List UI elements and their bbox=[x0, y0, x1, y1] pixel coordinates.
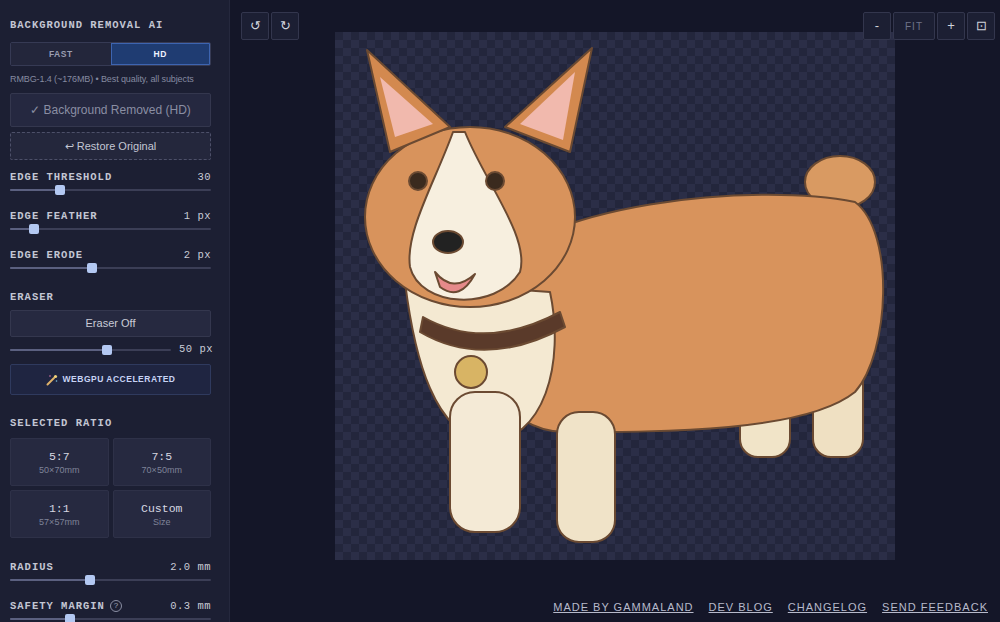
ratio-option[interactable]: CustomSize bbox=[113, 490, 212, 538]
ratio-option[interactable]: 5:750×70mm bbox=[10, 438, 109, 486]
slider-track bbox=[10, 618, 211, 620]
slider-control: SAFETY MARGIN? 0.3 mm bbox=[10, 599, 211, 622]
eraser-size-slider[interactable] bbox=[10, 344, 171, 356]
zoom-button[interactable]: ⊡ bbox=[967, 12, 995, 40]
app-window: BACKGROUND REMOVAL AI FASTHD RMBG-1.4 (~17… bbox=[0, 0, 1000, 622]
slider-control: EDGE ERODE 2 px bbox=[10, 248, 211, 287]
slider-fill bbox=[10, 579, 90, 581]
slider-track bbox=[10, 579, 211, 581]
footer-link[interactable]: MADE BY GAMMALAND bbox=[553, 599, 693, 616]
slider-label-text: RADIUS bbox=[10, 560, 54, 574]
slider-label: EDGE THRESHOLD bbox=[10, 170, 112, 184]
slider-thumb[interactable] bbox=[85, 575, 95, 585]
slider-header: EDGE FEATHER 1 px bbox=[10, 209, 211, 223]
slider-header: SAFETY MARGIN? 0.3 mm bbox=[10, 599, 211, 613]
remove-background-button[interactable]: ✓ Background Removed (HD) bbox=[10, 93, 211, 127]
slider[interactable] bbox=[10, 184, 211, 196]
slider-control: RADIUS 2.0 mm bbox=[10, 560, 211, 599]
slider-track bbox=[10, 349, 171, 351]
zoom-button[interactable]: FIT bbox=[893, 12, 935, 40]
help-icon[interactable]: ? bbox=[110, 600, 122, 612]
slider-label: EDGE ERODE bbox=[10, 248, 83, 262]
slider-header: EDGE THRESHOLD 30 bbox=[10, 170, 211, 184]
editor-area: ↺↻ -FIT+⊡ bbox=[230, 0, 1000, 622]
image-canvas[interactable] bbox=[335, 32, 895, 560]
quality-toggle: FASTHD bbox=[10, 42, 211, 66]
slider-label-text: EDGE FEATHER bbox=[10, 209, 98, 223]
ratio-label: SELECTED RATIO bbox=[10, 416, 112, 430]
ratio-options: 5:750×70mm7:570×50mm1:157×57mmCustomSize bbox=[10, 438, 211, 538]
slider-label-text: EDGE THRESHOLD bbox=[10, 170, 112, 184]
redo-button[interactable]: ↻ bbox=[271, 12, 299, 40]
slider-track bbox=[10, 267, 211, 269]
slider-value: 2 px bbox=[184, 248, 211, 262]
footer-link[interactable]: CHANGELOG bbox=[788, 599, 867, 616]
slider-thumb[interactable] bbox=[65, 614, 75, 622]
slider-fill bbox=[10, 189, 60, 191]
slider-control: EDGE FEATHER 1 px bbox=[10, 209, 211, 248]
ratio-title: 1:1 bbox=[49, 501, 70, 516]
slider-label-text: SAFETY MARGIN bbox=[10, 599, 105, 613]
undo-button[interactable]: ↺ bbox=[241, 12, 269, 40]
ratio-title: Custom bbox=[141, 501, 182, 516]
eraser-toggle-button[interactable]: Eraser Off bbox=[10, 310, 211, 337]
zoom-button[interactable]: + bbox=[937, 12, 965, 40]
ratio-size: 57×57mm bbox=[39, 516, 79, 528]
slider-fill bbox=[10, 349, 107, 351]
slider-thumb[interactable] bbox=[102, 345, 112, 355]
eraser-label: ERASER bbox=[10, 290, 54, 304]
slider-value: 30 bbox=[197, 170, 211, 184]
webgpu-button[interactable]: WEBGPU ACCELERATED bbox=[10, 364, 211, 395]
slider-control: EDGE THRESHOLD 30 bbox=[10, 170, 211, 209]
slider-track bbox=[10, 189, 211, 191]
corgi-image bbox=[335, 32, 895, 560]
slider-label: SAFETY MARGIN? bbox=[10, 599, 122, 613]
footer-links: MADE BY GAMMALAND DEV BLOG CHANGELOG SEND F… bbox=[230, 592, 1000, 622]
ratio-title: 7:5 bbox=[151, 449, 172, 464]
ratio-option[interactable]: 1:157×57mm bbox=[10, 490, 109, 538]
slider-header: RADIUS 2.0 mm bbox=[10, 560, 211, 574]
footer-link[interactable]: DEV BLOG bbox=[709, 599, 773, 616]
ratio-option[interactable]: 7:570×50mm bbox=[113, 438, 212, 486]
slider[interactable] bbox=[10, 574, 211, 586]
restore-original-button[interactable]: ↩ Restore Original bbox=[10, 132, 211, 160]
ratio-header: SELECTED RATIO bbox=[10, 416, 211, 430]
slider-fill bbox=[10, 267, 92, 269]
slider-value: 0.3 mm bbox=[170, 599, 211, 613]
zoom-button[interactable]: - bbox=[863, 12, 891, 40]
history-toolbar: ↺↻ bbox=[241, 12, 299, 40]
eraser-size-value: 50 px bbox=[179, 342, 211, 358]
ratio-size: 70×50mm bbox=[142, 464, 182, 476]
slider[interactable] bbox=[10, 223, 211, 235]
ratio-title: 5:7 bbox=[49, 449, 70, 464]
webgpu-label: WEBGPU ACCELERATED bbox=[63, 373, 176, 386]
eraser-size-control: 50 px bbox=[10, 343, 211, 357]
magic-wand-icon bbox=[46, 374, 58, 386]
slider[interactable] bbox=[10, 613, 211, 622]
ratio-size: Size bbox=[153, 516, 171, 528]
settings-sidebar: BACKGROUND REMOVAL AI FASTHD RMBG-1.4 (~17… bbox=[0, 0, 230, 622]
slider-label: EDGE FEATHER bbox=[10, 209, 98, 223]
model-info: RMBG-1.4 (~176MB) • Best quality, all su… bbox=[10, 74, 211, 85]
mode-button[interactable]: FAST bbox=[11, 43, 111, 65]
slider-track bbox=[10, 228, 211, 230]
slider-value: 1 px bbox=[184, 209, 211, 223]
slider-fill bbox=[10, 618, 70, 620]
canvas-area bbox=[230, 0, 1000, 592]
slider-label: RADIUS bbox=[10, 560, 54, 574]
zoom-toolbar: -FIT+⊡ bbox=[863, 12, 995, 40]
eraser-header: ERASER bbox=[10, 290, 211, 304]
mode-button[interactable]: HD bbox=[111, 43, 211, 65]
footer-link[interactable]: SEND FEEDBACK bbox=[882, 599, 988, 616]
slider-thumb[interactable] bbox=[29, 224, 39, 234]
slider[interactable] bbox=[10, 262, 211, 274]
app-title: BACKGROUND REMOVAL AI bbox=[10, 18, 211, 32]
slider-thumb[interactable] bbox=[55, 185, 65, 195]
ratio-size: 50×70mm bbox=[39, 464, 79, 476]
slider-thumb[interactable] bbox=[87, 263, 97, 273]
slider-header: EDGE ERODE 2 px bbox=[10, 248, 211, 262]
slider-label-text: EDGE ERODE bbox=[10, 248, 83, 262]
slider-value: 2.0 mm bbox=[170, 560, 211, 574]
